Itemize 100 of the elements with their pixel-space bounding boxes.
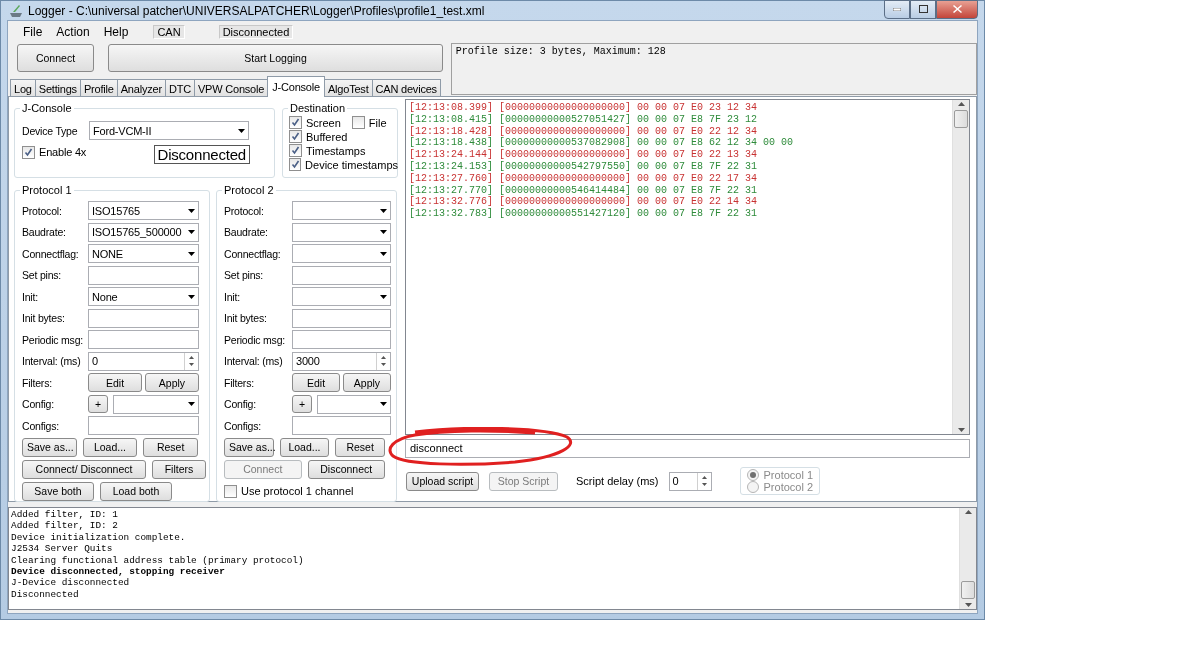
tab[interactable]: AlgoTest: [323, 79, 373, 97]
bus-status: CAN: [153, 25, 185, 39]
tab[interactable]: VPW Console: [193, 79, 269, 97]
maximize-icon: [918, 5, 928, 13]
dropdown[interactable]: [113, 394, 199, 414]
filter-button[interactable]: Apply: [145, 373, 199, 393]
start-logging-button[interactable]: Start Logging: [108, 44, 443, 72]
text-field[interactable]: [292, 308, 391, 328]
checkbox[interactable]: [351, 116, 365, 129]
minimize-button[interactable]: [884, 0, 910, 19]
checkbox[interactable]: [289, 130, 302, 143]
action-button[interactable]: Save both: [22, 481, 94, 501]
console-line: [12:13:18.428] [00000000000000000000] 00 00 07 E0 22 12 34: [409, 125, 759, 137]
console-line: [12:13:08.415] [00000000000527051427] 00 00 07 E8 7F 23 12: [409, 113, 759, 126]
close-button[interactable]: [936, 0, 978, 19]
upload-script-button[interactable]: Upload script: [406, 471, 479, 491]
checkbox[interactable]: [289, 144, 302, 157]
menu-item[interactable]: File: [16, 25, 50, 39]
field-label: Periodic msg:: [224, 333, 286, 346]
minimize-icon: [893, 7, 901, 11]
field-label: Connectflag:: [22, 247, 80, 260]
scroll-thumb[interactable]: [954, 110, 968, 128]
text-field[interactable]: [292, 416, 391, 436]
dropdown[interactable]: [317, 394, 391, 414]
console-line: [12:13:24.153] [00000000000542797550] 00 00 07 E8 7F 22 31: [409, 161, 759, 173]
log-line: Added filter, ID: 1: [11, 509, 119, 521]
device-type-dropdown[interactable]: Ford-VCM-II: [89, 121, 249, 141]
action-button[interactable]: Reset: [143, 437, 198, 457]
action-button[interactable]: Load...: [279, 437, 330, 457]
field-label: Init bytes:: [22, 312, 66, 325]
action-button[interactable]: Save as...: [22, 437, 77, 457]
console-line: [12:13:24.144] [00000000000000000000] 00 00 07 E0 22 13 34: [409, 149, 759, 161]
tab[interactable]: Log: [10, 79, 36, 97]
checkbox[interactable]: [22, 145, 35, 159]
script-delay-field[interactable]: 0: [668, 471, 712, 491]
scroll-up-icon[interactable]: [963, 508, 973, 516]
console-line: [12:13:27.760] [00000000000000000000] 00 00 07 E0 22 17 34: [409, 172, 759, 185]
console-line: [12:13:08.399] [00000000000000000000] 00 00 07 E0 23 12 34: [409, 102, 759, 114]
dropdown[interactable]: ISO15765: [88, 201, 199, 221]
scroll-up-icon[interactable]: [956, 100, 966, 108]
number-field[interactable]: 0: [88, 351, 199, 371]
menu-item[interactable]: Help: [96, 25, 136, 39]
scroll-down-icon[interactable]: [963, 601, 973, 609]
dropdown[interactable]: [292, 244, 391, 264]
checkbox-label: Timestamps: [306, 144, 366, 157]
checkbox-label: Buffered: [306, 130, 348, 143]
menu-item[interactable]: Action: [49, 25, 97, 39]
checkbox-label: Device timestamps: [305, 158, 398, 171]
dropdown[interactable]: None: [88, 287, 199, 307]
console-line: [12:13:27.770] [00000000000546414484] 00 00 07 E8 7F 22 31: [409, 184, 759, 196]
tab[interactable]: Analyzer: [116, 79, 166, 97]
checkbox[interactable]: [289, 116, 302, 129]
text-field[interactable]: [292, 330, 391, 350]
text-field[interactable]: [88, 265, 199, 285]
group-title: Destination: [288, 102, 348, 114]
scroll-thumb[interactable]: [961, 581, 975, 599]
tab[interactable]: J-Console: [267, 76, 325, 97]
text-field[interactable]: [88, 330, 199, 350]
action-button[interactable]: Reset: [335, 437, 385, 457]
filter-button[interactable]: Edit: [88, 373, 142, 393]
log-line: J2534 Server Quits: [11, 543, 114, 555]
caret-icon: [187, 294, 195, 299]
tab[interactable]: DTC: [164, 79, 195, 97]
filter-button[interactable]: Apply: [343, 373, 391, 393]
dropdown[interactable]: NONE: [88, 244, 199, 264]
checkbox[interactable]: [224, 484, 237, 498]
field-label: Set pins:: [22, 269, 63, 282]
text-field[interactable]: [88, 416, 199, 436]
maximize-button[interactable]: [910, 0, 936, 19]
number-field[interactable]: 3000: [292, 351, 391, 371]
field-label: Interval: (ms): [224, 355, 284, 368]
filter-button[interactable]: Edit: [292, 373, 340, 393]
action-button[interactable]: Disconnect: [307, 459, 385, 479]
group-title: Protocol 2: [222, 184, 276, 196]
action-button[interactable]: Connect/ Disconnect: [22, 459, 146, 479]
text-field[interactable]: [292, 265, 391, 285]
command-field[interactable]: disconnect: [405, 439, 970, 458]
tab[interactable]: CAN devices: [371, 79, 441, 97]
connection-status: Disconnected: [218, 25, 294, 39]
action-button[interactable]: Save as...: [224, 437, 274, 457]
profile-info: Profile size: 3 bytes, Maximum: 128: [450, 43, 977, 95]
text-field[interactable]: [88, 308, 199, 328]
action-button[interactable]: Filters: [152, 459, 206, 479]
add-button[interactable]: +: [88, 395, 108, 414]
scrollbar[interactable]: [959, 508, 976, 609]
field-label: Init:: [22, 290, 39, 303]
tab[interactable]: Profile: [79, 79, 118, 97]
dropdown[interactable]: [292, 222, 391, 242]
caret-icon: [379, 294, 387, 299]
connect-button[interactable]: Connect: [17, 44, 94, 72]
action-button[interactable]: Load both: [100, 481, 172, 501]
add-button[interactable]: +: [292, 395, 312, 414]
checkbox[interactable]: [289, 158, 302, 171]
scrollbar[interactable]: [952, 100, 969, 434]
dropdown[interactable]: [292, 287, 391, 307]
dropdown[interactable]: [292, 201, 391, 221]
tab[interactable]: Settings: [34, 79, 81, 97]
dropdown[interactable]: ISO15765_500000: [88, 222, 199, 242]
action-button[interactable]: Load...: [82, 437, 138, 457]
scroll-down-icon[interactable]: [956, 426, 966, 434]
